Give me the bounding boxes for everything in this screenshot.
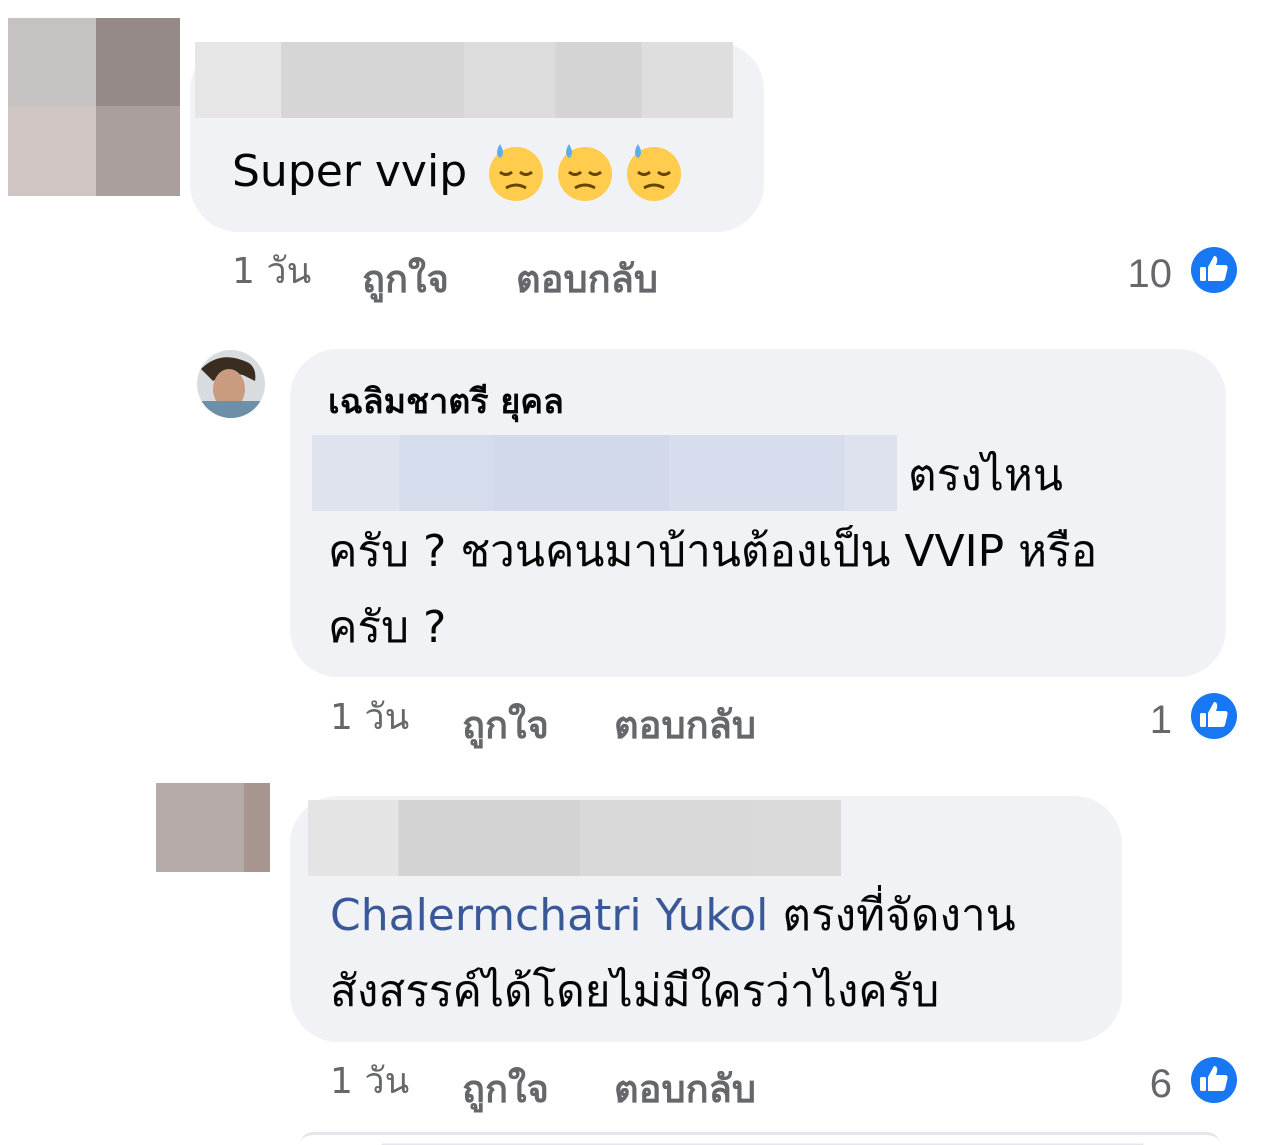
like-button[interactable]: ถูกใจ <box>362 260 449 298</box>
comment-text-line2: ครับ ? ชวนคนมาบ้านต้องเป็น VVIP หรือ <box>328 526 1098 577</box>
like-count[interactable]: 10 <box>1092 254 1173 294</box>
comment-text: ตรงที่จัดงาน <box>768 890 1016 941</box>
comment-timestamp[interactable]: 1 วัน <box>330 1064 409 1100</box>
comment-author[interactable]: เฉลิมชาตรี ยุคล <box>328 385 564 419</box>
like-count[interactable]: 1 <box>1092 700 1172 740</box>
reply-button[interactable]: ตอบกลับ <box>614 706 756 744</box>
mention-link[interactable]: Chalermchatri Yukol <box>330 890 768 941</box>
comment-text: Super vvip <box>232 146 468 197</box>
next-comment-edge <box>300 1132 1220 1145</box>
downcast-sweat-emoji <box>489 144 543 201</box>
like-button[interactable]: ถูกใจ <box>462 1070 549 1108</box>
redacted-author-name <box>308 800 841 876</box>
like-button[interactable]: ถูกใจ <box>462 706 549 744</box>
downcast-sweat-emoji <box>558 144 612 201</box>
reply-button[interactable]: ตอบกลับ <box>516 260 658 298</box>
redacted-mention <box>312 435 897 511</box>
downcast-sweat-emoji <box>627 144 681 201</box>
comment-text-line2: สังสรรค์ได้โดยไม่มีใครว่าไงครับ <box>330 966 940 1017</box>
avatar-blurred[interactable] <box>8 18 180 196</box>
avatar[interactable] <box>193 349 269 419</box>
thumbs-up-icon[interactable] <box>1187 243 1241 297</box>
comment-text-line1: Chalermchatri Yukol ตรงที่จัดงาน <box>330 878 1016 954</box>
avatar-blurred[interactable] <box>156 783 270 872</box>
redacted-author-name <box>195 42 733 118</box>
thumbs-up-icon[interactable] <box>1187 689 1241 743</box>
comment-text-line1: ตรงไหน <box>908 450 1063 501</box>
thumbs-up-icon[interactable] <box>1187 1053 1241 1107</box>
comment-timestamp[interactable]: 1 วัน <box>330 700 409 736</box>
comment-text-line3: ครับ ? <box>328 602 447 653</box>
reply-button[interactable]: ตอบกลับ <box>614 1070 756 1108</box>
comment-timestamp[interactable]: 1 วัน <box>232 254 311 290</box>
like-count[interactable]: 6 <box>1092 1064 1172 1104</box>
